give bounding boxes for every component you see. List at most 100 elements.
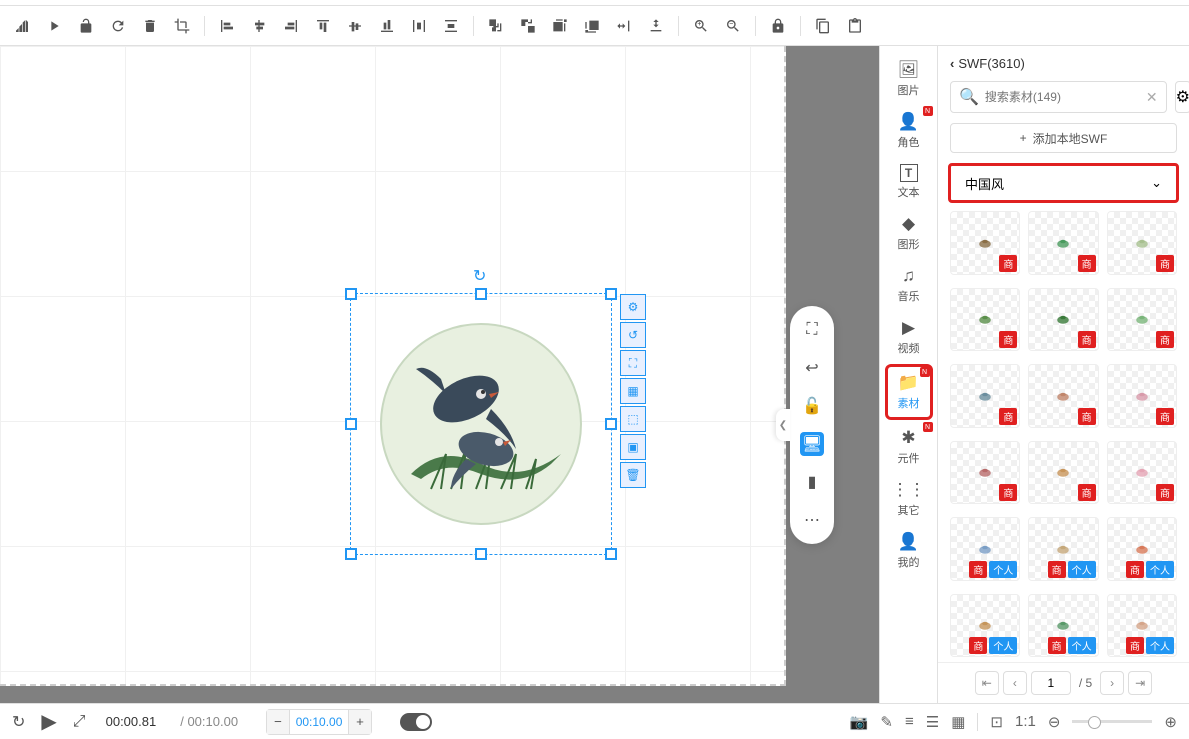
zoom-plus-icon[interactable]: ⊕ bbox=[1164, 713, 1177, 731]
rotation-handle[interactable]: ↻ bbox=[473, 266, 486, 286]
delete-icon[interactable] bbox=[136, 12, 164, 40]
page-last-button[interactable]: ⇥ bbox=[1128, 671, 1152, 695]
mobile-icon[interactable]: ▮ bbox=[800, 470, 824, 494]
space-v-icon[interactable] bbox=[642, 12, 670, 40]
category-other[interactable]: ⋮⋮ 其它 bbox=[885, 474, 933, 524]
zoom-in-icon[interactable] bbox=[687, 12, 715, 40]
bring-front-icon[interactable] bbox=[482, 12, 510, 40]
refresh-icon[interactable] bbox=[104, 12, 132, 40]
clear-icon[interactable]: ✕ bbox=[1146, 89, 1158, 106]
page-next-button[interactable]: › bbox=[1100, 671, 1124, 695]
zoom-slider[interactable] bbox=[1072, 720, 1152, 723]
asset-item[interactable]: 商个人 bbox=[950, 594, 1020, 658]
actual-size-icon[interactable]: 1:1 bbox=[1015, 713, 1036, 730]
history-icon[interactable]: ↻ bbox=[12, 712, 25, 732]
copy-icon[interactable] bbox=[809, 12, 837, 40]
camera-icon[interactable]: 📷 bbox=[850, 713, 869, 731]
flip-icon[interactable]: ↩ bbox=[800, 356, 824, 380]
align-bottom-icon[interactable] bbox=[373, 12, 401, 40]
loop-toggle[interactable] bbox=[400, 713, 432, 731]
selected-element[interactable]: ↻ bbox=[350, 293, 612, 555]
distribute-v-icon[interactable] bbox=[437, 12, 465, 40]
display-icon[interactable]: 🖥 bbox=[800, 432, 824, 456]
fullscreen-icon[interactable]: ⛶ bbox=[800, 318, 824, 342]
context-settings-icon[interactable]: ⚙ bbox=[620, 294, 646, 320]
layer-down-icon[interactable] bbox=[578, 12, 606, 40]
align-left-icon[interactable] bbox=[213, 12, 241, 40]
distribute-h-icon[interactable] bbox=[405, 12, 433, 40]
page-first-button[interactable]: ⇤ bbox=[975, 671, 999, 695]
panel-header[interactable]: ‹ SWF(3610) bbox=[938, 46, 1189, 81]
more-icon[interactable]: ⋯ bbox=[800, 508, 824, 532]
filter-tool-icon[interactable]: ☰ bbox=[926, 713, 939, 731]
search-box[interactable]: 🔍 ✕ bbox=[950, 81, 1167, 113]
asset-item[interactable]: 商 bbox=[1107, 211, 1177, 275]
paste-icon[interactable] bbox=[841, 12, 869, 40]
grid-tool-icon[interactable]: ▦ bbox=[951, 713, 965, 731]
back-chevron-icon[interactable]: ‹ bbox=[950, 56, 954, 71]
category-component[interactable]: ✱ 元件 N bbox=[885, 422, 933, 472]
category-role[interactable]: 👤 角色 N bbox=[885, 106, 933, 156]
align-center-h-icon[interactable] bbox=[245, 12, 273, 40]
style-dropdown[interactable]: 中国风 ⌄ bbox=[948, 163, 1179, 203]
crop-icon[interactable] bbox=[168, 12, 196, 40]
lock-open-icon[interactable] bbox=[72, 12, 100, 40]
search-input[interactable] bbox=[985, 90, 1140, 104]
context-replace-icon[interactable]: ▣ bbox=[620, 434, 646, 460]
flip-horizontal-icon[interactable] bbox=[8, 12, 36, 40]
unlock-icon[interactable]: 🔓 bbox=[800, 394, 824, 418]
filter-button[interactable]: ⚙ bbox=[1175, 81, 1189, 113]
category-text[interactable]: T 文本 bbox=[885, 158, 933, 206]
context-fit-icon[interactable]: ⛶ bbox=[620, 350, 646, 376]
asset-item[interactable]: 商 bbox=[1028, 441, 1098, 505]
space-h-icon[interactable] bbox=[610, 12, 638, 40]
asset-item[interactable]: 商 bbox=[1028, 288, 1098, 352]
category-mine[interactable]: 👤 我的 bbox=[885, 526, 933, 576]
duration-input[interactable] bbox=[289, 710, 349, 734]
page-input[interactable] bbox=[1031, 671, 1071, 695]
duration-increase-button[interactable]: + bbox=[349, 710, 371, 734]
send-back-icon[interactable] bbox=[514, 12, 542, 40]
context-delete-icon[interactable]: 🗑 bbox=[620, 462, 646, 488]
context-mask-icon[interactable]: ▦ bbox=[620, 378, 646, 404]
asset-item[interactable]: 商个人 bbox=[1028, 594, 1098, 658]
zoom-minus-icon[interactable]: ⊖ bbox=[1048, 713, 1061, 731]
context-bounds-icon[interactable]: ⬚ bbox=[620, 406, 646, 432]
asset-item[interactable]: 商 bbox=[950, 288, 1020, 352]
fit-icon[interactable]: ⊡ bbox=[990, 713, 1003, 731]
edit-icon[interactable]: ✎ bbox=[880, 713, 893, 731]
asset-item[interactable]: 商 bbox=[950, 441, 1020, 505]
add-local-button[interactable]: + 添加本地SWF bbox=[950, 123, 1177, 153]
category-shape[interactable]: ◆ 图形 bbox=[885, 208, 933, 258]
category-music[interactable]: ♫ 音乐 bbox=[885, 260, 933, 310]
align-right-icon[interactable] bbox=[277, 12, 305, 40]
asset-item[interactable]: 商 bbox=[1028, 211, 1098, 275]
page-prev-button[interactable]: ‹ bbox=[1003, 671, 1027, 695]
asset-item[interactable]: 商 bbox=[1107, 441, 1177, 505]
duration-decrease-button[interactable]: − bbox=[267, 710, 289, 734]
asset-item[interactable]: 商 bbox=[950, 364, 1020, 428]
layer-up-icon[interactable] bbox=[546, 12, 574, 40]
canvas[interactable]: ↻ bbox=[0, 46, 786, 686]
align-top-icon[interactable] bbox=[309, 12, 337, 40]
asset-item[interactable]: 商个人 bbox=[1107, 517, 1177, 581]
collapse-tools-icon[interactable]: ❮ bbox=[776, 409, 790, 441]
asset-item[interactable]: 商 bbox=[1028, 364, 1098, 428]
context-rotate-icon[interactable]: ↺ bbox=[620, 322, 646, 348]
asset-item[interactable]: 商个人 bbox=[1028, 517, 1098, 581]
asset-item[interactable]: 商 bbox=[1107, 364, 1177, 428]
preview-icon[interactable] bbox=[40, 12, 68, 40]
asset-item[interactable]: 商个人 bbox=[950, 517, 1020, 581]
category-image[interactable]: 🖼 图片 bbox=[885, 54, 933, 104]
expand-icon[interactable]: ⤢ bbox=[73, 713, 86, 731]
lock-icon[interactable] bbox=[764, 12, 792, 40]
asset-item[interactable]: 商 bbox=[950, 211, 1020, 275]
asset-item[interactable]: 商个人 bbox=[1107, 594, 1177, 658]
layers-icon[interactable]: ≡ bbox=[905, 713, 914, 730]
category-assets[interactable]: 📁 素材 N bbox=[885, 364, 933, 420]
zoom-out-icon[interactable] bbox=[719, 12, 747, 40]
align-center-v-icon[interactable] bbox=[341, 12, 369, 40]
category-video[interactable]: ▶ 视频 bbox=[885, 312, 933, 362]
play-icon[interactable]: ▶ bbox=[41, 709, 56, 734]
asset-item[interactable]: 商 bbox=[1107, 288, 1177, 352]
